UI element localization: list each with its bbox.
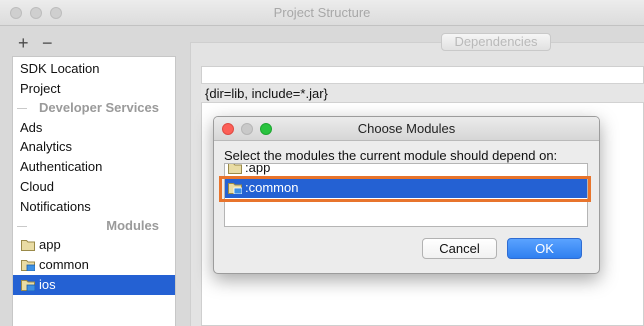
module-folder-icon [21,280,35,291]
section-divider [17,108,27,109]
module-label: common [39,257,89,272]
folder-icon [21,240,35,251]
dialog-titlebar: Choose Modules [214,117,599,141]
ok-button[interactable]: OK [507,238,582,259]
sidebar-item-notifications[interactable]: Notifications [20,197,91,217]
module-label: ios [39,277,56,292]
section-header-developer-services: Developer Services [13,98,175,118]
module-folder-icon [21,260,35,271]
tab-dependencies[interactable]: Dependencies [441,33,551,51]
dependency-cell: {dir=lib, include=*.jar} [205,86,328,101]
sidebar-item-module-ios[interactable]: ios [13,275,175,295]
section-divider [17,226,27,227]
remove-button[interactable]: − [42,34,53,52]
sidebar-item-cloud[interactable]: Cloud [20,177,54,197]
sidebar-item-sdk-location[interactable]: SDK Location [20,59,100,79]
sidebar-item-analytics[interactable]: Analytics [20,137,72,157]
window-title: Project Structure [273,5,371,20]
add-button[interactable]: + [18,34,29,52]
table-row[interactable]: {dir=lib, include=*.jar} [201,83,644,103]
window-titlebar: Project Structure [0,0,644,26]
module-label: app [39,237,61,252]
dialog-prompt: Select the modules the current module sh… [224,148,558,163]
sidebar-item-authentication[interactable]: Authentication [20,157,102,177]
dialog-title: Choose Modules [357,121,456,136]
folder-icon [228,164,242,174]
cancel-button[interactable]: Cancel [422,238,497,259]
selection-highlight-box [219,176,591,202]
sidebar-item-module-common[interactable]: common [13,255,175,275]
section-header-modules: Modules [13,216,175,236]
sidebar-list: SDK Location Project Developer Services … [12,56,176,326]
sidebar-item-module-app[interactable]: app [13,235,175,255]
sidebar-item-ads[interactable]: Ads [20,118,42,138]
sidebar-item-project[interactable]: Project [20,79,60,99]
list-item-label: :app [245,163,271,175]
